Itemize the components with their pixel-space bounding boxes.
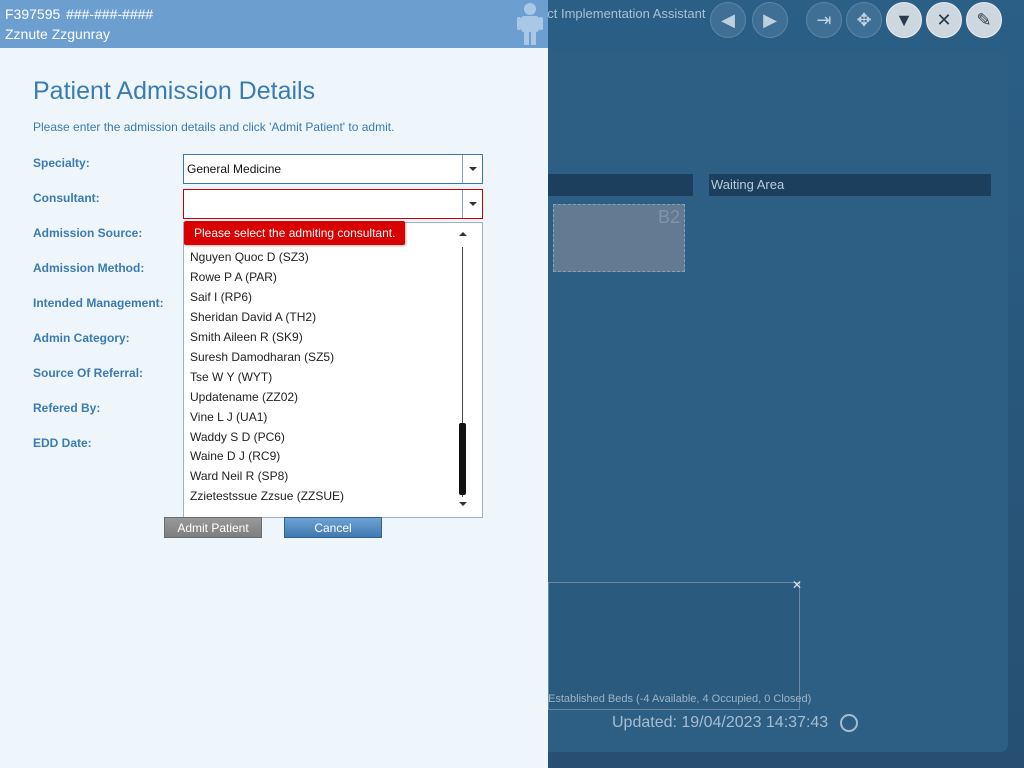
list-item[interactable]: Vine L J (UA1) (190, 410, 267, 424)
edit-icon[interactable]: ✎ (966, 2, 1002, 38)
page-title: Patient Admission Details (33, 77, 316, 105)
beds-summary: Established Beds (-4 Available, 4 Occupi… (548, 693, 812, 705)
admission-source-label: Admission Source: (33, 226, 143, 240)
list-item[interactable]: Rowe P A (PAR) (190, 270, 277, 284)
scrollbar-thumb[interactable] (459, 423, 466, 495)
close-icon[interactable]: ✕ (926, 2, 962, 38)
list-item[interactable]: Updatename (ZZ02) (190, 390, 298, 404)
person-icon (517, 3, 543, 45)
edd-date-label: EDD Date: (33, 436, 92, 450)
cancel-button[interactable]: Cancel (284, 517, 382, 538)
back-icon[interactable]: ◀ (710, 2, 746, 38)
specialty-label: Specialty: (33, 156, 90, 170)
patient-banner: F397595 ###-###-#### Zznute Zzgunray (0, 0, 548, 48)
consultant-select[interactable] (183, 189, 483, 219)
filter-icon[interactable]: ▼ (886, 2, 922, 38)
admission-panel: F397595 ###-###-#### Zznute Zzgunray Pat… (0, 0, 548, 768)
patient-phone: ###-###-#### (66, 6, 154, 22)
list-item[interactable]: Nguyen Quoc D (SZ3) (190, 250, 309, 264)
bed-card[interactable]: B2 (553, 204, 685, 272)
close-summary-icon[interactable]: ✕ (792, 578, 802, 592)
specialty-value: General Medicine (187, 162, 282, 176)
consultant-dropdown-button[interactable] (462, 190, 482, 218)
app-title: ect Implementation Assistant (540, 6, 706, 21)
source-of-referral-label: Source Of Referral: (33, 366, 144, 380)
refresh-icon[interactable] (840, 714, 858, 732)
consultant-error-tooltip: Please select the admiting consultant. (184, 221, 406, 245)
ward-header-bar (548, 174, 693, 196)
list-item[interactable]: Waddy S D (PC6) (190, 430, 285, 444)
list-item[interactable]: Tse W Y (WYT) (190, 370, 272, 384)
list-item[interactable]: Ward Neil R (SP8) (190, 469, 288, 483)
chevron-down-icon (468, 167, 477, 171)
list-item[interactable]: Zzietestssue Zzsue (ZZSUE) (190, 489, 344, 503)
admin-category-label: Admin Category: (33, 331, 130, 345)
specialty-dropdown-button[interactable] (462, 155, 482, 183)
patient-id: F397595 (5, 6, 61, 22)
forward-icon[interactable]: ▶ (752, 2, 788, 38)
list-item[interactable]: Saif I (RP6) (190, 290, 252, 304)
intended-management-label: Intended Management: (33, 296, 164, 310)
summary-box (548, 582, 800, 710)
move-icon[interactable]: ✥ (846, 2, 882, 38)
admit-patient-button[interactable]: Admit Patient (164, 517, 262, 538)
patient-name: Zznute Zzgunray (5, 26, 111, 42)
consultant-label: Consultant: (33, 191, 100, 205)
list-item[interactable]: Sheridan David A (TH2) (190, 310, 316, 324)
chevron-down-icon (468, 202, 477, 206)
scroll-up-icon[interactable] (459, 232, 467, 236)
list-item[interactable]: Waine D J (RC9) (190, 449, 280, 463)
specialty-select[interactable]: General Medicine (183, 154, 483, 184)
scroll-down-icon[interactable] (459, 502, 467, 506)
instructions-text: Please enter the admission details and c… (33, 120, 395, 134)
waiting-area-header: Waiting Area (709, 174, 991, 196)
list-item[interactable]: Smith Aileen R (SK9) (190, 330, 303, 344)
bed-label: B2 (657, 207, 680, 227)
consultant-dropdown-list[interactable]: Nguyen Quoc D (SZ3) Rowe P A (PAR) Saif … (183, 222, 483, 518)
exit-icon[interactable]: ⇥ (806, 2, 842, 38)
list-item[interactable]: Suresh Damodharan (SZ5) (190, 350, 334, 364)
admission-method-label: Admission Method: (33, 261, 145, 275)
updated-timestamp: Updated: 19/04/2023 14:37:43 (612, 714, 829, 731)
refered-by-label: Refered By: (33, 401, 101, 415)
